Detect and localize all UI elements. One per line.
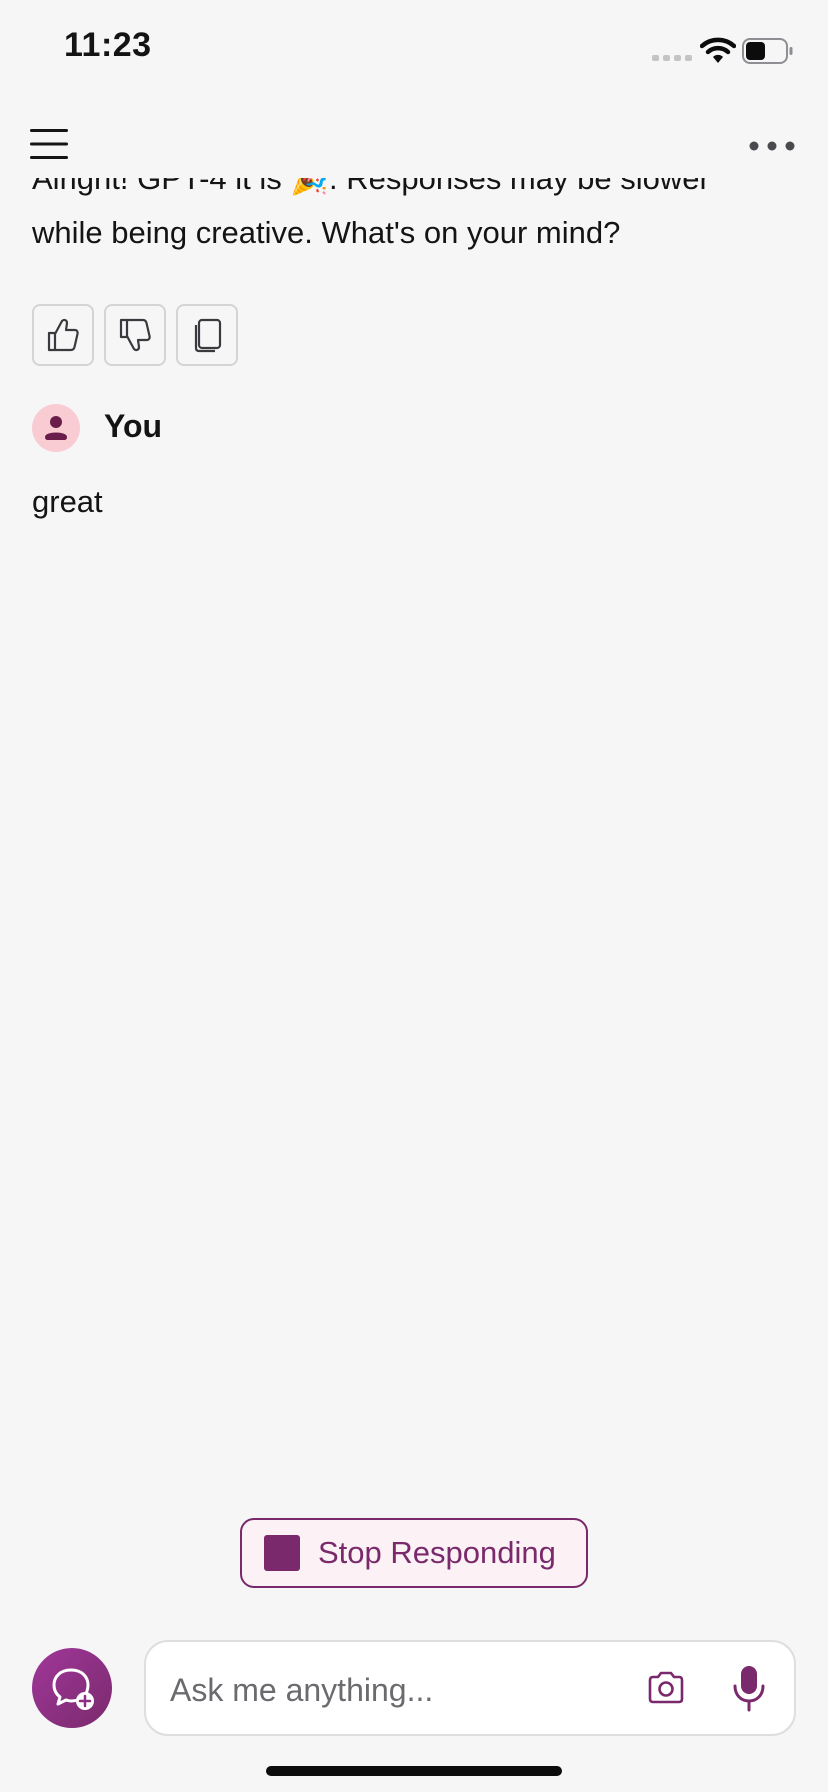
new-chat-icon — [52, 1668, 94, 1710]
copy-icon — [194, 318, 222, 353]
message-input-box[interactable] — [144, 1640, 796, 1736]
home-indicator — [266, 1766, 562, 1776]
user-name: You — [104, 408, 163, 444]
battery-icon — [742, 38, 793, 64]
camera-icon[interactable] — [646, 1668, 686, 1708]
microphone-icon[interactable] — [732, 1664, 766, 1712]
thumbs-down-icon — [119, 318, 151, 352]
assistant-message: Alright! GPT-4 it is 🎉. Responses may be… — [0, 178, 828, 290]
thumbs-down-button[interactable] — [104, 304, 166, 366]
wifi-icon — [700, 37, 736, 63]
status-time: 11:23 — [64, 26, 152, 64]
copy-button[interactable] — [176, 304, 238, 366]
thumbs-up-icon — [47, 318, 79, 352]
assistant-message-line: Alright! GPT-4 it is 🎉. Responses may be… — [32, 178, 710, 196]
stop-responding-button[interactable]: Stop Responding — [240, 1518, 588, 1588]
stop-icon — [264, 1535, 300, 1571]
cellular-signal-icon — [652, 55, 692, 61]
person-icon — [45, 416, 67, 440]
stop-responding-label: Stop Responding — [318, 1535, 556, 1570]
message-input[interactable] — [168, 1662, 622, 1718]
user-message: great — [32, 484, 103, 519]
new-chat-button[interactable] — [32, 1648, 112, 1728]
hamburger-menu-button[interactable] — [26, 126, 72, 162]
user-avatar — [32, 404, 80, 452]
assistant-message-line: while being creative. What's on your min… — [32, 215, 621, 250]
more-options-button[interactable] — [748, 136, 796, 156]
thumbs-up-button[interactable] — [32, 304, 94, 366]
